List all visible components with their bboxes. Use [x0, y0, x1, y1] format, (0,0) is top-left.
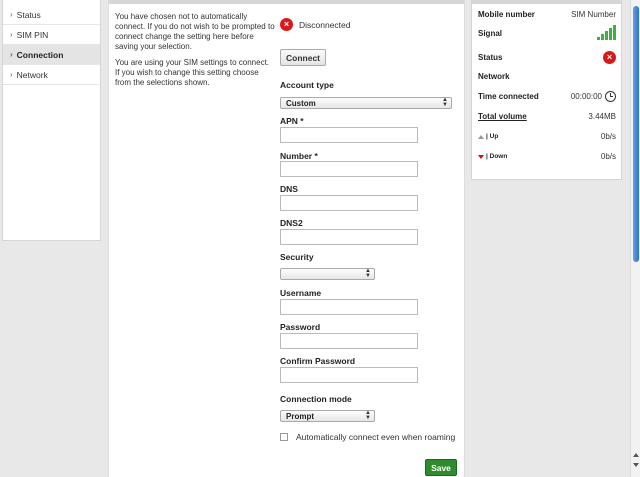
nav-item-status[interactable]: › Status [3, 5, 100, 25]
chevron-right-icon: › [10, 50, 13, 59]
intro-paragraph-sim-settings: You are using your SIM settings to conne… [115, 58, 270, 87]
roaming-label: Automatically connect even when roaming [296, 432, 456, 442]
nav-item-connection[interactable]: › Connection [3, 45, 100, 65]
account-type-label: Account type [280, 80, 334, 90]
nav-item-label: SIM PIN [16, 29, 49, 40]
mobile-number-row: Mobile number SIM Number [478, 10, 616, 19]
signal-bar [609, 28, 612, 40]
dns-label: DNS [280, 184, 298, 194]
intro-paragraph-auto-connect: You have chosen not to automatically con… [115, 12, 275, 51]
mobile-number-label: Mobile number [478, 10, 535, 19]
nav-item-label: Status [16, 9, 41, 20]
time-connected-value-wrap: 00:00:00 [571, 91, 616, 102]
scroll-up-arrow-icon[interactable] [633, 453, 639, 457]
apn-input[interactable] [280, 127, 418, 143]
download-label-wrap: | Down [478, 153, 507, 160]
connection-mode-value: Prompt [286, 411, 314, 421]
nav-item-network[interactable]: › Network [3, 65, 100, 85]
chevron-right-icon: › [10, 70, 13, 79]
security-label: Security [280, 252, 314, 262]
dns2-input[interactable] [280, 229, 418, 245]
account-type-value: Custom [286, 98, 316, 108]
number-input[interactable] [280, 161, 418, 177]
signal-bar [597, 37, 600, 40]
signal-label: Signal [478, 28, 503, 38]
confirm-password-input[interactable] [280, 367, 418, 383]
scrollbar-thumb[interactable] [633, 6, 639, 262]
intro-text: You have chosen not to automatically con… [115, 12, 275, 94]
left-nav: › Status › SIM PIN › Connection › Networ… [2, 0, 101, 241]
connection-mode-select[interactable]: Prompt ▲ ▼ [280, 410, 375, 422]
dns2-label: DNS2 [280, 218, 303, 228]
status-label: Status [478, 53, 503, 62]
total-volume-value: 3.44MB [588, 112, 616, 121]
save-button[interactable]: Save [425, 459, 457, 476]
chevron-right-icon: › [10, 10, 13, 19]
apn-label: APN * [280, 116, 304, 126]
total-volume-link[interactable]: Total volume [478, 112, 527, 121]
upload-row: | Up 0b/s [478, 132, 616, 141]
upload-label-wrap: | Up [478, 133, 498, 140]
signal-row: Signal [478, 25, 616, 40]
password-label: Password [280, 322, 321, 332]
connection-mode-label: Connection mode [280, 394, 352, 404]
number-label: Number * [280, 151, 318, 161]
select-arrows-icon: ▲ ▼ [365, 410, 371, 421]
dns-input[interactable] [280, 195, 418, 211]
status-info-panel: Mobile number SIM Number Signal Status ×… [471, 0, 622, 180]
connection-status-text: Disconnected [299, 19, 351, 30]
signal-bar [605, 31, 608, 40]
select-arrows-icon: ▲ ▼ [365, 268, 371, 279]
panel-top-border [109, 0, 464, 4]
roaming-option: Automatically connect even when roaming [280, 432, 455, 442]
network-row: Network [478, 72, 616, 81]
username-input[interactable] [280, 299, 418, 315]
network-label: Network [478, 72, 510, 81]
total-volume-row: Total volume 3.44MB [478, 112, 616, 121]
status-row: Status × [478, 51, 616, 64]
signal-bars-icon [597, 25, 616, 40]
chevron-right-icon: › [10, 30, 13, 39]
upload-rate: 0b/s [600, 132, 616, 141]
select-arrows-icon: ▲ ▼ [442, 97, 448, 108]
time-connected-row: Time connected 00:00:00 [478, 91, 616, 102]
account-type-select[interactable]: Custom ▲ ▼ [280, 97, 452, 109]
time-connected-value: 00:00:00 [570, 92, 602, 101]
nav-item-sim-pin[interactable]: › SIM PIN [3, 25, 100, 45]
security-select[interactable]: ▲ ▼ [280, 268, 375, 280]
down-arrow-icon [478, 154, 484, 159]
panel-top-border [472, 0, 621, 4]
signal-bar [601, 34, 604, 40]
password-input[interactable] [280, 333, 418, 349]
connect-button[interactable]: Connect [280, 49, 326, 66]
download-label: | Down [486, 153, 508, 160]
vertical-scrollbar[interactable] [630, 0, 640, 477]
connection-status: × Disconnected [280, 18, 351, 31]
roaming-checkbox[interactable] [280, 433, 288, 441]
scroll-down-arrow-icon[interactable] [633, 463, 639, 467]
confirm-password-label: Confirm Password [280, 356, 356, 366]
upload-label: | Up [486, 133, 499, 140]
clock-icon [605, 91, 616, 102]
disconnected-icon: × [280, 18, 293, 31]
download-rate: 0b/s [600, 152, 616, 161]
nav-item-label: Network [16, 69, 48, 80]
disconnected-status-icon: × [603, 51, 616, 64]
time-connected-label: Time connected [478, 92, 539, 101]
up-arrow-icon [478, 134, 484, 139]
main-panel: You have chosen not to automatically con… [108, 0, 465, 477]
nav-item-label: Connection [16, 49, 64, 60]
signal-bar [613, 25, 616, 40]
download-row: | Down 0b/s [478, 152, 616, 161]
username-label: Username [280, 288, 322, 298]
mobile-number-value: SIM Number [571, 10, 616, 19]
